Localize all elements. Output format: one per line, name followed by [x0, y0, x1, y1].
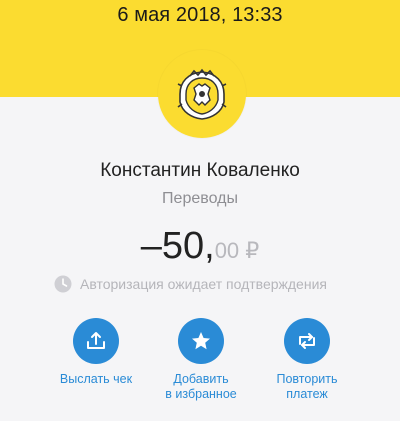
status-text: Авторизация ожидает подтверждения [80, 276, 327, 292]
amount-main: –50, [140, 225, 215, 267]
repeat-icon [299, 333, 315, 349]
bank-emblem-icon [177, 68, 227, 120]
recipient-name: Константин Коваленко [100, 160, 300, 181]
send-receipt-icon-button[interactable] [73, 318, 119, 364]
transaction-datetime: 6 мая 2018, 13:33 [117, 4, 283, 26]
transaction-category: Переводы [162, 190, 238, 207]
repeat-payment-label: Повторить платеж [276, 372, 338, 401]
repeat-payment-icon-button[interactable] [284, 318, 330, 364]
transaction-amount: –50,00 ₽ [0, 225, 400, 268]
add-favorite-button[interactable]: Добавить в избранное [146, 318, 256, 402]
send-receipt-button[interactable]: Выслать чек [41, 318, 151, 387]
send-receipt-label: Выслать чек [59, 372, 133, 386]
upload-icon [87, 332, 105, 349]
add-favorite-icon-button[interactable] [178, 318, 224, 364]
repeat-payment-button[interactable]: Повторить платеж [252, 318, 362, 402]
star-icon [192, 332, 210, 350]
merchant-logo [158, 50, 246, 138]
add-favorite-label: Добавить в избранное [165, 372, 237, 401]
clock-icon [54, 275, 72, 293]
amount-cents: 00 ₽ [214, 238, 260, 263]
authorization-status: Авторизация ожидает подтверждения [54, 273, 327, 295]
